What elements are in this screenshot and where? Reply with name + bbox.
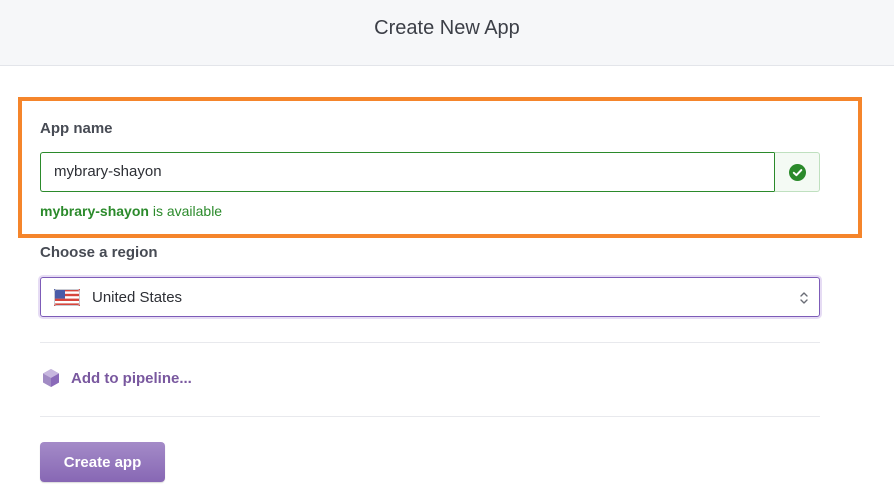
app-name-field-group: mybrary-shayon <box>40 152 820 192</box>
add-to-pipeline-label: Add to pipeline... <box>71 369 192 387</box>
pipeline-hexagon-icon <box>43 369 59 387</box>
select-arrows-icon <box>800 292 808 304</box>
availability-status <box>774 152 820 192</box>
page-title: Create New App <box>374 17 520 39</box>
check-circle-icon <box>788 163 806 181</box>
region-select[interactable]: United States <box>40 277 820 317</box>
page-header: Create New App <box>0 0 894 66</box>
add-to-pipeline-link[interactable]: Add to pipeline... <box>40 367 192 389</box>
create-app-button[interactable]: Create app <box>40 442 165 482</box>
app-name-label: App name <box>40 120 113 137</box>
us-flag-icon <box>54 288 80 306</box>
availability-suffix: is available <box>148 203 223 219</box>
region-label: Choose a region <box>40 244 158 261</box>
app-name-input[interactable]: mybrary-shayon <box>40 152 774 192</box>
region-selected-value: United States <box>92 288 183 306</box>
divider <box>40 416 820 417</box>
availability-message: mybrary-shayon is available <box>40 203 222 219</box>
available-app-name: mybrary-shayon <box>40 203 149 219</box>
divider <box>40 342 820 343</box>
